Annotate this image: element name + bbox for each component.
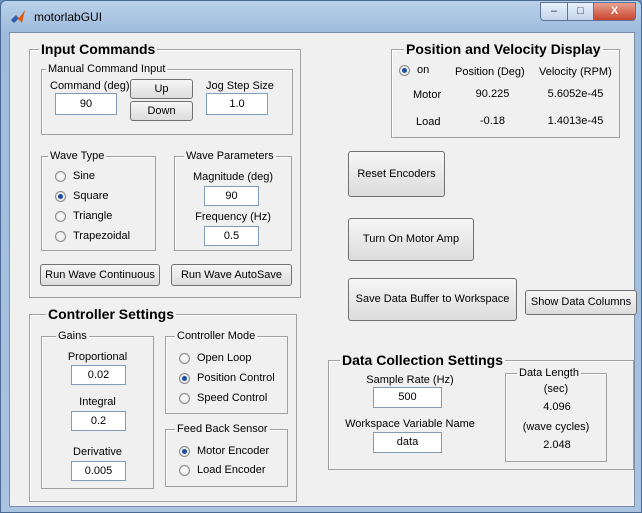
radio-dot: [55, 230, 66, 242]
proportional-input[interactable]: 0.02: [71, 365, 126, 385]
radio-dot-selected: [55, 190, 66, 202]
radio-motor-encoder-label: Motor Encoder: [197, 445, 270, 457]
command-input[interactable]: 90: [55, 93, 117, 115]
load-velocity-value: 1.4013e-45: [539, 112, 612, 131]
run-wave-autosave-button[interactable]: Run Wave AutoSave: [171, 264, 292, 286]
frequency-label: Frequency (Hz): [195, 211, 271, 223]
sample-rate-label: Sample Rate (Hz): [366, 374, 454, 386]
radio-speed-control-label: Speed Control: [197, 392, 268, 404]
sample-rate-input[interactable]: 500: [373, 387, 442, 408]
radio-trapezoidal-label: Trapezoidal: [73, 230, 131, 242]
data-length-sec-value: 4.096: [524, 399, 590, 416]
derivative-input[interactable]: 0.005: [71, 461, 126, 481]
input-commands-title: Input Commands: [39, 41, 158, 57]
manual-input-title: Manual Command Input: [46, 63, 168, 75]
magnitude-input[interactable]: 90: [204, 186, 259, 206]
radio-dot: [55, 210, 66, 222]
integral-label: Integral: [79, 396, 116, 408]
radio-position-control-label: Position Control: [197, 372, 275, 384]
window-title: motorlabGUI: [34, 10, 103, 24]
radio-load-encoder[interactable]: Load Encoder: [179, 464, 266, 476]
display-on-label: on: [417, 64, 430, 76]
data-length-title: Data Length: [517, 367, 581, 379]
radio-open-loop-label: Open Loop: [197, 352, 252, 364]
radio-dot: [55, 170, 66, 182]
velocity-column-header: Velocity (RPM): [539, 66, 612, 78]
minimize-button[interactable]: –: [540, 2, 568, 21]
load-row-label: Load: [416, 116, 441, 128]
radio-sine[interactable]: Sine: [55, 170, 95, 182]
magnitude-label: Magnitude (deg): [192, 171, 274, 183]
radio-dot: [179, 464, 190, 476]
controller-mode-title: Controller Mode: [175, 330, 258, 342]
radio-speed-control[interactable]: Speed Control: [179, 392, 267, 404]
radio-square-label: Square: [73, 190, 109, 202]
radio-triangle[interactable]: Triangle: [55, 210, 112, 222]
figure-panel: Input Commands Manual Command Input Comm…: [9, 32, 637, 507]
wave-params-title: Wave Parameters: [184, 150, 276, 162]
workspace-variable-input[interactable]: data: [373, 432, 442, 453]
reset-encoders-button[interactable]: Reset Encoders: [348, 151, 445, 197]
jog-step-input[interactable]: 1.0: [206, 93, 268, 115]
title-bar[interactable]: motorlabGUI – □ X: [1, 1, 641, 31]
display-on-radio[interactable]: on: [399, 64, 429, 76]
radio-square[interactable]: Square: [55, 190, 108, 202]
controller-settings-title: Controller Settings: [46, 306, 177, 322]
proportional-label: Proportional: [67, 351, 128, 363]
data-length-sec-label: (sec): [543, 383, 569, 395]
down-button[interactable]: Down: [130, 101, 193, 121]
feedback-sensor-panel: [165, 429, 288, 487]
save-data-buffer-button[interactable]: Save Data Buffer to Workspace: [348, 278, 517, 321]
workspace-variable-label: Workspace Variable Name: [345, 418, 475, 430]
app-window: motorlabGUI – □ X Input Commands Manual …: [0, 0, 642, 513]
data-length-cycles-value: 2.048: [524, 437, 590, 454]
radio-trapezoidal[interactable]: Trapezoidal: [55, 230, 130, 242]
radio-dot: [179, 352, 190, 364]
radio-position-control[interactable]: Position Control: [179, 372, 275, 384]
radio-sine-label: Sine: [73, 170, 96, 182]
show-data-columns-button[interactable]: Show Data Columns: [525, 290, 637, 315]
radio-triangle-label: Triangle: [73, 210, 113, 222]
radio-motor-encoder[interactable]: Motor Encoder: [179, 445, 269, 457]
matlab-logo-icon: [11, 10, 25, 23]
radio-dot-selected: [399, 64, 410, 76]
command-label: Command (deg): [50, 80, 130, 92]
jog-step-label: Jog Step Size: [206, 80, 274, 92]
radio-dot: [179, 392, 190, 404]
maximize-button[interactable]: □: [567, 2, 594, 21]
run-wave-continuous-button[interactable]: Run Wave Continuous: [40, 264, 160, 286]
radio-dot-selected: [179, 445, 190, 457]
data-collection-title: Data Collection Settings: [340, 352, 506, 368]
motor-amp-button[interactable]: Turn On Motor Amp: [348, 218, 474, 261]
up-button[interactable]: Up: [130, 79, 193, 99]
radio-dot-selected: [179, 372, 190, 384]
motor-row-label: Motor: [413, 89, 442, 101]
derivative-label: Derivative: [73, 446, 122, 458]
position-velocity-title: Position and Velocity Display: [404, 41, 603, 57]
close-button[interactable]: X: [593, 2, 636, 21]
motor-position-value: 90.225: [456, 85, 529, 104]
motor-velocity-value: 5.6052e-45: [539, 85, 612, 104]
integral-input[interactable]: 0.2: [71, 411, 126, 431]
data-length-cycles-label: (wave cycles): [522, 421, 590, 433]
load-position-value: -0.18: [456, 112, 529, 131]
feedback-sensor-title: Feed Back Sensor: [175, 423, 270, 435]
position-column-header: Position (Deg): [455, 66, 525, 78]
radio-open-loop[interactable]: Open Loop: [179, 352, 251, 364]
wave-type-title: Wave Type: [48, 150, 107, 162]
gains-title: Gains: [56, 330, 89, 342]
frequency-input[interactable]: 0.5: [204, 226, 259, 246]
radio-load-encoder-label: Load Encoder: [197, 464, 266, 476]
